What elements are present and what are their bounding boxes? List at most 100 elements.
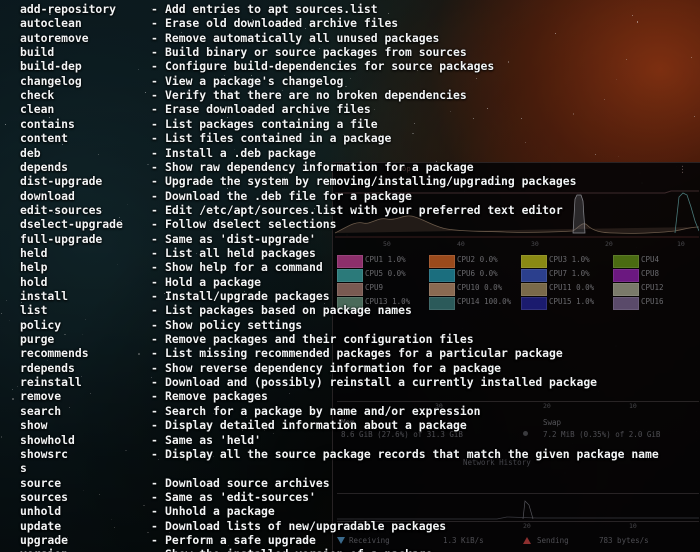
terminal-line: check - Verify that there are no broken de… xyxy=(0,88,700,102)
apt-command-description: Follow dselect selections xyxy=(165,217,337,232)
apt-command-name: search xyxy=(20,403,62,418)
apt-command-description: List packages based on package names xyxy=(165,303,412,318)
terminal-line: depends - Show raw dependency information … xyxy=(0,160,700,174)
command-dash-separator: - xyxy=(151,73,158,88)
terminal-line: search - Search for a package by name and/… xyxy=(0,404,700,418)
apt-command-description: Show reverse dependency information for … xyxy=(165,360,502,375)
terminal-line: policy - Show policy settings xyxy=(0,318,700,332)
terminal-line: version - Show the installed version of a … xyxy=(0,547,700,552)
terminal-line: rdepends - Show reverse dependency informa… xyxy=(0,361,700,375)
command-dash-separator: - xyxy=(151,518,158,533)
terminal-line: reinstall - Download and (possibly) reinst… xyxy=(0,375,700,389)
apt-command-description: Build binary or source packages from sou… xyxy=(165,45,467,60)
apt-command-description: Unhold a package xyxy=(165,504,275,519)
apt-command-description: Same as 'held' xyxy=(165,432,262,447)
terminal-line: deb - Install a .deb package xyxy=(0,146,700,160)
apt-command-description: Show the installed version of a package xyxy=(165,547,432,552)
apt-command-description: Hold a package xyxy=(165,274,262,289)
terminal-line: hold - Hold a package xyxy=(0,275,700,289)
command-dash-separator: - xyxy=(151,547,158,552)
apt-command-name: show xyxy=(20,418,48,433)
apt-command-name: upgrade xyxy=(20,532,69,547)
terminal-line-wrap: s xyxy=(20,461,27,476)
command-dash-separator: - xyxy=(151,332,158,347)
apt-command-name: rdepends xyxy=(20,360,75,375)
command-dash-separator: - xyxy=(151,432,158,447)
command-dash-separator: - xyxy=(151,231,158,246)
terminal-line: update - Download lists of new/upgradable … xyxy=(0,519,700,533)
apt-command-name: reinstall xyxy=(20,375,82,390)
apt-command-name: showsrc xyxy=(20,446,69,461)
apt-command-name: build xyxy=(20,45,55,60)
apt-command-name: hold xyxy=(20,274,48,289)
command-dash-separator: - xyxy=(151,418,158,433)
apt-command-name: edit-sources xyxy=(20,202,103,217)
apt-command-name: purge xyxy=(20,332,55,347)
command-dash-separator: - xyxy=(151,346,158,361)
apt-command-name: help xyxy=(20,260,48,275)
apt-command-description: Configure build-dependencies for source … xyxy=(165,59,495,74)
apt-command-name: autoclean xyxy=(20,16,82,31)
command-dash-separator: - xyxy=(151,145,158,160)
apt-command-description: Search for a package by name and/or expr… xyxy=(165,403,481,418)
apt-command-description: List missing recommended packages for a … xyxy=(165,346,563,361)
terminal-line: showhold - Same as 'held' xyxy=(0,433,700,447)
apt-command-description: Erase old downloaded archive files xyxy=(165,16,399,31)
apt-command-name: dselect-upgrade xyxy=(20,217,123,232)
command-dash-separator: - xyxy=(151,245,158,260)
command-dash-separator: - xyxy=(151,389,158,404)
apt-command-name: add-repository xyxy=(20,2,117,16)
command-dash-separator: - xyxy=(151,217,158,232)
command-dash-separator: - xyxy=(151,102,158,117)
apt-command-description: Same as 'edit-sources' xyxy=(165,489,316,504)
terminal-line: showsrc - Display all the source package r… xyxy=(0,447,700,461)
command-dash-separator: - xyxy=(151,88,158,103)
command-dash-separator: - xyxy=(151,360,158,375)
apt-command-description: Install a .deb package xyxy=(165,145,316,160)
command-dash-separator: - xyxy=(151,317,158,332)
command-dash-separator: - xyxy=(151,475,158,490)
apt-command-name: update xyxy=(20,518,62,533)
apt-command-name: build-dep xyxy=(20,59,82,74)
apt-command-name: full-upgrade xyxy=(20,231,103,246)
terminal-line: held - List all held packages xyxy=(0,246,700,260)
command-dash-separator: - xyxy=(151,174,158,189)
terminal-line: dselect-upgrade - Follow dselect selection… xyxy=(0,217,700,231)
command-dash-separator: - xyxy=(151,289,158,303)
apt-command-description: List files contained in a package xyxy=(165,131,392,146)
apt-command-description: Erase downloaded archive files xyxy=(165,102,371,117)
apt-command-name: check xyxy=(20,88,55,103)
terminal-line: build-dep - Configure build-dependencies f… xyxy=(0,59,700,73)
command-dash-separator: - xyxy=(151,45,158,60)
terminal-line: contains - List packages containing a file xyxy=(0,117,700,131)
apt-command-description: Download and (possibly) reinstall a curr… xyxy=(165,375,598,390)
command-dash-separator: - xyxy=(151,16,158,31)
terminal-line: full-upgrade - Same as 'dist-upgrade' xyxy=(0,232,700,246)
command-dash-separator: - xyxy=(151,188,158,203)
terminal-line: help - Show help for a command xyxy=(0,260,700,274)
apt-command-description: Install/upgrade packages xyxy=(165,289,330,303)
terminal-line: s xyxy=(0,461,700,475)
terminal-output[interactable]: add-repository - Add entries to apt source… xyxy=(0,0,700,552)
command-dash-separator: - xyxy=(151,202,158,217)
terminal-line: add-repository - Add entries to apt source… xyxy=(0,2,700,16)
terminal-line: source - Download source archives xyxy=(0,476,700,490)
command-dash-separator: - xyxy=(151,403,158,418)
apt-command-name: showhold xyxy=(20,432,75,447)
apt-command-name: depends xyxy=(20,159,69,174)
apt-command-name: version xyxy=(20,547,68,552)
apt-command-description: Remove automatically all unused packages xyxy=(165,30,440,45)
apt-command-description: Show help for a command xyxy=(165,260,323,275)
apt-command-description: Remove packages xyxy=(165,389,268,404)
command-dash-separator: - xyxy=(151,131,158,146)
apt-command-description: Download source archives xyxy=(165,475,330,490)
command-dash-separator: - xyxy=(151,504,158,519)
terminal-line: remove - Remove packages xyxy=(0,389,700,403)
apt-command-name: source xyxy=(20,475,62,490)
apt-command-description: Same as 'dist-upgrade' xyxy=(165,231,316,246)
command-dash-separator: - xyxy=(151,260,158,275)
apt-command-name: list xyxy=(20,303,48,318)
apt-command-description: Verify that there are no broken dependen… xyxy=(165,88,467,103)
terminal-line: edit-sources - Edit /etc/apt/sources.list … xyxy=(0,203,700,217)
command-dash-separator: - xyxy=(151,375,158,390)
